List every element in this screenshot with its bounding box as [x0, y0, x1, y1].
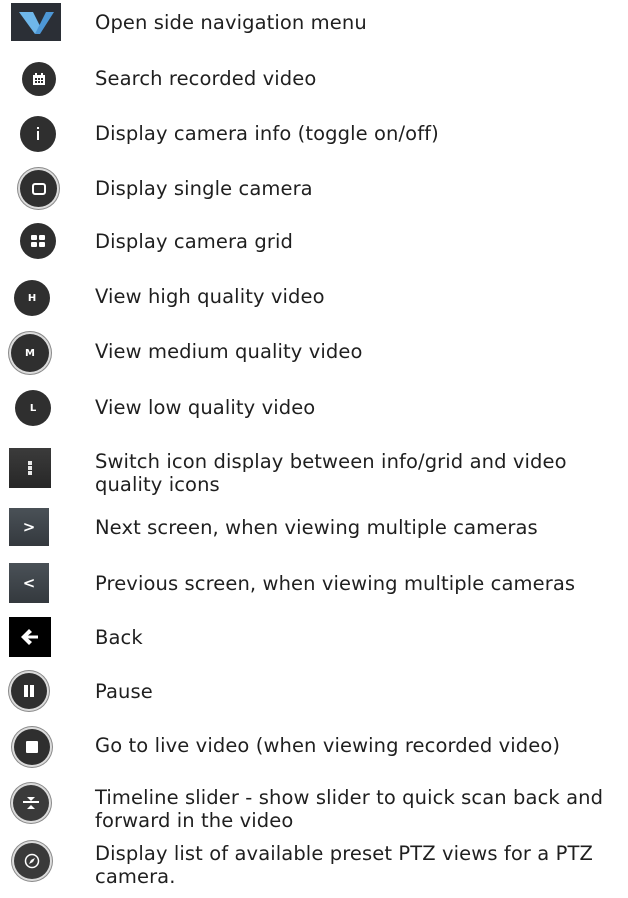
previous-screen-icon: < [9, 563, 49, 603]
info-icon [20, 116, 56, 152]
legend-description: Go to live video (when viewing recorded … [95, 734, 561, 757]
calendar-icon [22, 62, 56, 96]
legend-description: View low quality video [95, 396, 316, 419]
medium-quality-icon: M [11, 334, 49, 372]
back-arrow-icon [9, 617, 51, 657]
legend-description: Open side navigation menu [95, 11, 367, 34]
live-video-icon [14, 729, 50, 765]
high-quality-glyph: H [27, 292, 37, 304]
low-quality-glyph: L [29, 402, 37, 414]
legend-description: Pause [95, 680, 153, 703]
low-quality-icon: L [15, 390, 51, 426]
camera-grid-icon [20, 223, 56, 259]
next-glyph: > [22, 518, 36, 536]
legend-description: Timeline slider - show slider to quick s… [95, 786, 604, 832]
switch-icons-icon [9, 448, 51, 488]
previous-glyph: < [22, 574, 36, 592]
side-menu-icon [11, 3, 61, 41]
next-screen-icon: > [9, 508, 49, 546]
medium-quality-glyph: M [25, 347, 35, 359]
legend-description: Back [95, 626, 143, 649]
legend-description: Search recorded video [95, 67, 317, 90]
high-quality-icon: H [14, 280, 50, 316]
timeline-slider-icon [13, 785, 49, 821]
legend-description: Previous screen, when viewing multiple c… [95, 572, 576, 595]
legend-description: Switch icon display between info/grid an… [95, 450, 567, 496]
legend-description: View high quality video [95, 285, 325, 308]
legend-description: Display single camera [95, 177, 313, 200]
ptz-presets-icon [14, 843, 50, 879]
pause-icon [11, 673, 47, 709]
legend-description: Display list of available preset PTZ vie… [95, 842, 593, 888]
legend-description: View medium quality video [95, 340, 363, 363]
legend-description: Display camera grid [95, 230, 293, 253]
legend-description: Display camera info (toggle on/off) [95, 122, 439, 145]
single-camera-icon [20, 170, 57, 207]
legend-description: Next screen, when viewing multiple camer… [95, 516, 538, 539]
